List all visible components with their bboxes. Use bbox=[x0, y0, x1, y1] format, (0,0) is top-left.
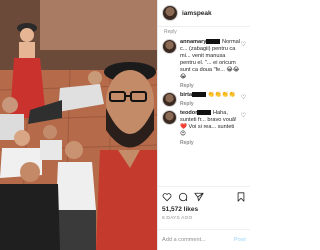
group-photo-image bbox=[0, 0, 157, 250]
comment-text: annamary Normal c... (zabagii) pentru ca… bbox=[180, 39, 241, 80]
comment-item: teodor Haha, sunteti fr... bravo vouă! ❤… bbox=[162, 109, 246, 146]
redaction-bar bbox=[192, 91, 207, 97]
comment-like-icon[interactable]: ♡ bbox=[241, 41, 246, 48]
reply-button[interactable]: Reply bbox=[180, 83, 194, 89]
likes-count[interactable]: 51,572 likes bbox=[162, 206, 198, 213]
add-comment-bar: Add a comment... Post bbox=[158, 229, 250, 250]
redaction-bar bbox=[197, 109, 212, 115]
comment-actions: Reply bbox=[180, 101, 241, 107]
commenter-username[interactable]: teodor bbox=[180, 110, 197, 116]
post-side-panel: iamspeak Reply annamary Normal c... (zab… bbox=[157, 0, 250, 250]
commenter-username[interactable]: annamary bbox=[180, 39, 206, 45]
reply-button[interactable]: Reply bbox=[180, 101, 194, 107]
comment-actions: Reply bbox=[180, 140, 241, 146]
heart-icon[interactable] bbox=[162, 192, 172, 202]
previous-comment-reply[interactable]: Reply bbox=[162, 29, 246, 35]
post-photo[interactable] bbox=[0, 0, 157, 250]
redaction-bar bbox=[206, 39, 221, 45]
post-actions-bar bbox=[158, 186, 250, 206]
comment-text: teodor Haha, sunteti fr... bravo vouă! ❤… bbox=[180, 109, 237, 137]
comment-item: annamary Normal c... (zabagii) pentru ca… bbox=[162, 39, 246, 89]
post-header: iamspeak bbox=[158, 0, 250, 27]
comment-text: birta 👏👏👏👏 bbox=[180, 91, 236, 98]
author-username[interactable]: iamspeak bbox=[182, 10, 212, 17]
post-comment-button[interactable]: Post bbox=[234, 237, 246, 243]
commenter-avatar[interactable] bbox=[162, 39, 177, 54]
share-icon[interactable] bbox=[194, 192, 204, 202]
reply-button[interactable]: Reply bbox=[180, 140, 194, 146]
commenter-avatar[interactable] bbox=[162, 91, 177, 107]
commenter-avatar[interactable] bbox=[162, 109, 177, 125]
comment-like-icon[interactable]: ♡ bbox=[241, 112, 246, 119]
comment-input[interactable]: Add a comment... bbox=[162, 237, 206, 243]
comment-icon[interactable] bbox=[178, 192, 188, 202]
commenter-username[interactable]: birta bbox=[180, 92, 192, 98]
comment-like-icon[interactable]: ♡ bbox=[241, 94, 246, 101]
bookmark-icon[interactable] bbox=[236, 191, 246, 202]
comment-actions: Reply bbox=[180, 83, 241, 89]
post-date[interactable]: 6 DAYS AGO bbox=[162, 216, 192, 221]
comment-item: birta 👏👏👏👏 Reply ♡ bbox=[162, 91, 246, 107]
author-avatar[interactable] bbox=[162, 5, 178, 21]
comments-list: Reply annamary Normal c... (zabagii) pen… bbox=[158, 27, 250, 146]
